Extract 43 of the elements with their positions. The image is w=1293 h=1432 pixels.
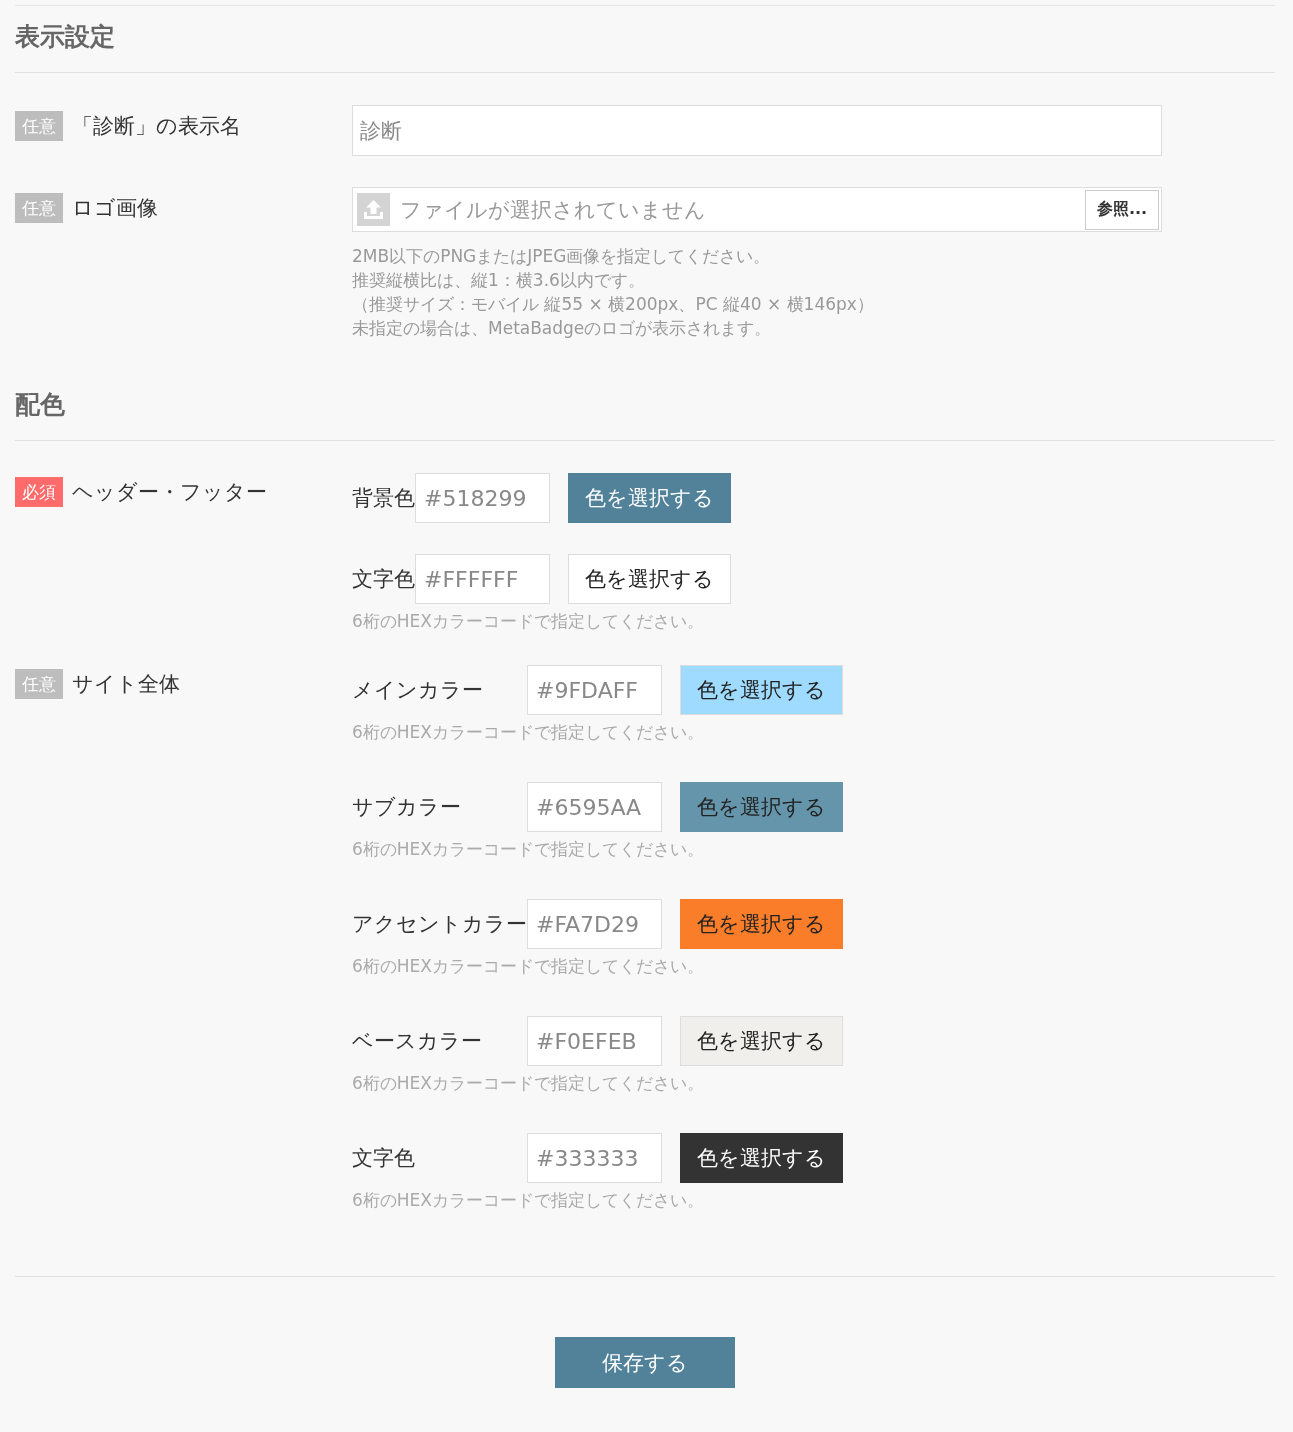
color-label: 背景色 <box>352 485 415 512</box>
badge: 任意 <box>15 193 63 223</box>
hex-input-field[interactable]: #6595AA <box>527 782 662 832</box>
hint-text: 6桁のHEXカラーコードで指定してください。 <box>352 1189 705 1212</box>
hint-text: 6桁のHEXカラーコードで指定してください。 <box>352 721 705 744</box>
save-button[interactable]: 保存する <box>555 1337 735 1388</box>
hint-text: 6桁のHEXカラーコードで指定してください。 <box>352 1072 705 1095</box>
section-title: 表示設定 <box>15 6 1275 73</box>
color-select-button[interactable]: 色を選択する <box>680 665 843 715</box>
hex-input-field[interactable]: #F0EFEB <box>527 1016 662 1066</box>
color-select-button[interactable]: 色を選択する <box>568 554 731 604</box>
hex-input-field[interactable]: #FFFFFF <box>415 554 550 604</box>
color-select-button[interactable]: 色を選択する <box>680 1133 843 1183</box>
badge: 任意 <box>15 669 63 699</box>
color-label: アクセントカラー <box>352 911 527 938</box>
field-label: 「診断」の表示名 <box>72 113 241 140</box>
color-label: ベースカラー <box>352 1028 483 1055</box>
color-label: メインカラー <box>352 677 484 704</box>
color-label: サブカラー <box>352 794 462 821</box>
hex-input-field[interactable]: #518299 <box>415 473 550 523</box>
section-title: 配色 <box>15 374 1275 441</box>
browse-button[interactable]: 参照... <box>1085 189 1159 230</box>
upload-icon <box>357 193 390 226</box>
color-label: 文字色 <box>352 1145 416 1172</box>
hex-input-field[interactable]: #333333 <box>527 1133 662 1183</box>
color-select-button[interactable]: 色を選択する <box>568 473 731 523</box>
color-select-button[interactable]: 色を選択する <box>680 782 843 832</box>
color-select-button[interactable]: 色を選択する <box>680 1016 843 1066</box>
hint-text: 6桁のHEXカラーコードで指定してください。 <box>352 955 705 978</box>
color-label: 文字色 <box>352 566 415 593</box>
field-label: ヘッダー・フッター <box>72 479 267 506</box>
file-input-field[interactable]: ファイルが選択されていません 参照... <box>352 187 1162 232</box>
hex-input-field[interactable]: #FA7D29 <box>527 899 662 949</box>
hint-text: 6桁のHEXカラーコードで指定してください。 <box>352 838 705 861</box>
badge: 必須 <box>15 477 63 507</box>
hint-text: 6桁のHEXカラーコードで指定してください。 <box>352 610 705 633</box>
field-label: ロゴ画像 <box>72 195 158 222</box>
badge: 任意 <box>15 111 63 141</box>
name-input-field[interactable]: 診断 <box>352 105 1162 156</box>
field-label: サイト全体 <box>72 671 180 698</box>
help-text: 2MB以下のPNGまたはJPEG画像を指定してください。 推奨縦横比は、縦1：横3.6以内です。 （推奨サイズ：モバイル 縦55 × 横200px、PC 縦40 × 横146px） 未指定の場合は、MetaBadgeのロゴが表示されます。 <box>352 245 875 340</box>
hex-input-field[interactable]: #9FDAFF <box>527 665 662 715</box>
color-select-button[interactable]: 色を選択する <box>680 899 843 949</box>
